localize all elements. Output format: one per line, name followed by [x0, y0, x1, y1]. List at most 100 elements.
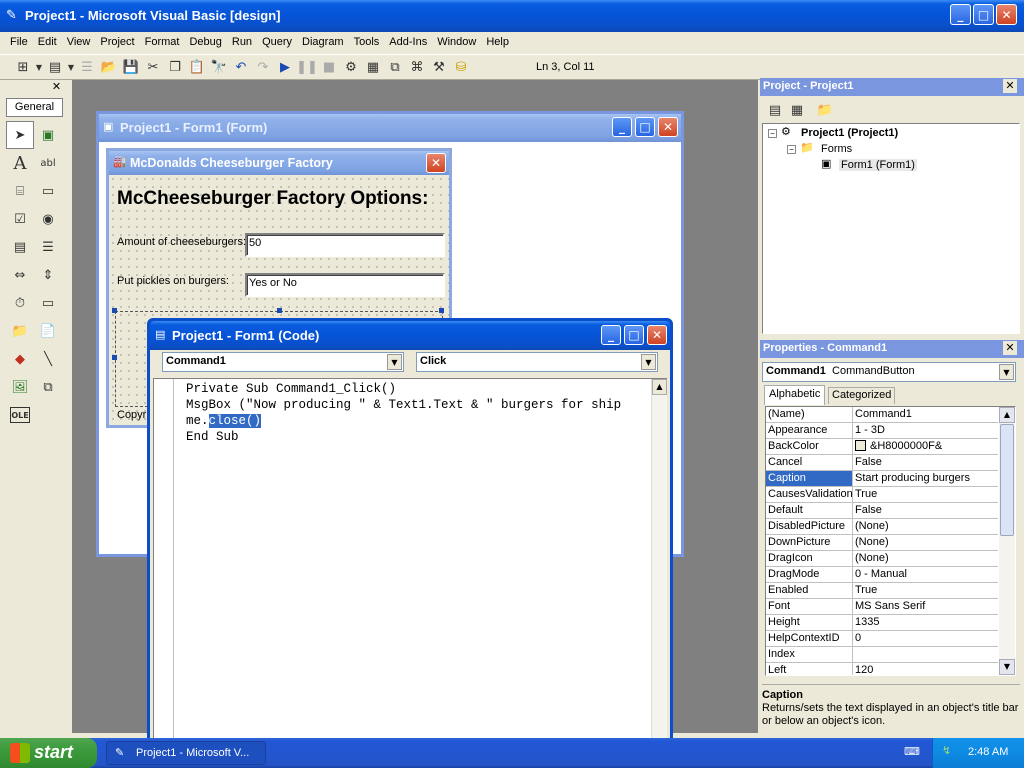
- menu-query[interactable]: Query: [257, 32, 297, 52]
- tab-categorized[interactable]: Categorized: [828, 387, 896, 404]
- property-value[interactable]: Start producing burgers: [853, 471, 998, 486]
- project-explorer-icon[interactable]: ⚙: [340, 56, 362, 78]
- ole-icon[interactable]: OLE: [10, 407, 30, 423]
- property-value[interactable]: Command1: [853, 407, 998, 422]
- scroll-thumb[interactable]: [1000, 424, 1014, 536]
- code-editor[interactable]: Private Sub Command1_Click() MsgBox ("No…: [153, 378, 667, 741]
- combobox-icon[interactable]: ▤: [6, 233, 34, 261]
- property-row[interactable]: Font MS Sans Serif: [766, 599, 998, 615]
- chevron-down-icon[interactable]: ▼: [387, 354, 402, 370]
- menu-format[interactable]: Format: [140, 32, 185, 52]
- menu-debug[interactable]: Debug: [184, 32, 226, 52]
- property-row[interactable]: Default False: [766, 503, 998, 519]
- form-designer-close[interactable]: ✕: [658, 117, 678, 137]
- drive-list-icon[interactable]: ▭: [34, 289, 62, 317]
- property-row[interactable]: Enabled True: [766, 583, 998, 599]
- label-icon[interactable]: A: [6, 149, 34, 177]
- view-code-icon[interactable]: ▤: [764, 99, 786, 121]
- properties-object-combo[interactable]: Command1 CommandButton ▼: [762, 362, 1016, 382]
- open-project-icon[interactable]: 📂: [98, 56, 120, 78]
- view-object-icon[interactable]: ▦: [786, 99, 808, 121]
- taskbar-task-vb[interactable]: ✎ Project1 - Microsoft V...: [106, 741, 266, 765]
- command-button-icon[interactable]: ▭: [34, 177, 62, 205]
- property-value[interactable]: 1 - 3D: [853, 423, 998, 438]
- save-project-icon[interactable]: 💾: [120, 56, 142, 78]
- property-value[interactable]: True: [853, 487, 998, 502]
- copyright-label[interactable]: Copyri: [117, 409, 149, 421]
- cut-icon[interactable]: ✂: [142, 56, 164, 78]
- property-row[interactable]: DisabledPicture (None): [766, 519, 998, 535]
- add-form-icon[interactable]: ▤: [44, 56, 66, 78]
- vscroll-icon[interactable]: ⇕: [34, 261, 62, 289]
- tab-alphabetic[interactable]: Alphabetic: [764, 385, 826, 405]
- property-value[interactable]: 0: [853, 631, 998, 646]
- property-row[interactable]: CausesValidation True: [766, 487, 998, 503]
- property-row[interactable]: Cancel False: [766, 455, 998, 471]
- form-designer-maximize[interactable]: □: [635, 117, 655, 137]
- property-value[interactable]: 120: [853, 663, 998, 675]
- property-row[interactable]: Index: [766, 647, 998, 663]
- property-value[interactable]: False: [853, 455, 998, 470]
- line-icon[interactable]: ╲: [34, 345, 62, 373]
- property-row[interactable]: (Name) Command1: [766, 407, 998, 423]
- property-row[interactable]: HelpContextID 0: [766, 631, 998, 647]
- properties-window-icon[interactable]: ▦: [362, 56, 384, 78]
- property-row[interactable]: Left 120: [766, 663, 998, 675]
- vb-app-icon[interactable]: ✎: [6, 8, 17, 23]
- pickles-textbox[interactable]: Yes or No: [245, 273, 445, 297]
- scroll-up-icon[interactable]: ▲: [999, 407, 1015, 423]
- property-row[interactable]: Caption Start producing burgers: [766, 471, 998, 487]
- toolbox-icon[interactable]: ⚒: [428, 56, 450, 78]
- find-icon[interactable]: 🔭: [208, 56, 230, 78]
- dropdown-arrow-icon[interactable]: ▼: [34, 56, 44, 78]
- tree-collapse-icon[interactable]: −: [787, 145, 796, 154]
- keyboard-icon[interactable]: ⌨: [904, 745, 920, 758]
- chevron-down-icon[interactable]: ▼: [641, 354, 656, 370]
- hscroll-icon[interactable]: ⇔: [6, 261, 34, 289]
- paste-icon[interactable]: 📋: [186, 56, 208, 78]
- mcdonalds-form-close[interactable]: ✕: [426, 153, 446, 173]
- object-browser-icon[interactable]: ⌘: [406, 56, 428, 78]
- property-value[interactable]: True: [853, 583, 998, 598]
- shape-icon[interactable]: ◆: [6, 345, 34, 373]
- textbox-icon[interactable]: abl: [34, 149, 62, 177]
- code-vscrollbar[interactable]: ▲: [651, 379, 667, 740]
- form-layout-icon[interactable]: ⧉: [384, 56, 406, 78]
- menu-view[interactable]: View: [62, 32, 96, 52]
- toggle-folders-icon[interactable]: 📁: [814, 99, 836, 121]
- toolbox-close-icon[interactable]: ✕: [50, 81, 63, 94]
- toolbox-tab-general[interactable]: General: [6, 98, 63, 117]
- code-line-4[interactable]: End Sub: [186, 429, 239, 445]
- menu-edit[interactable]: Edit: [33, 32, 62, 52]
- selection-handle[interactable]: [112, 355, 117, 360]
- property-row[interactable]: DragMode 0 - Manual: [766, 567, 998, 583]
- code-selection[interactable]: close(): [208, 414, 262, 428]
- menu-diagram[interactable]: Diagram: [297, 32, 349, 52]
- form-heading[interactable]: McCheeseburger Factory Options:: [117, 188, 428, 210]
- chevron-down-icon[interactable]: ▼: [999, 364, 1014, 380]
- form-designer-minimize[interactable]: _: [612, 117, 632, 137]
- code-window-close[interactable]: ✕: [647, 325, 667, 345]
- property-row[interactable]: Height 1335: [766, 615, 998, 631]
- tree-collapse-icon[interactable]: −: [768, 129, 777, 138]
- tree-project-root[interactable]: Project1 (Project1): [801, 127, 898, 139]
- menu-editor-icon[interactable]: ☰: [76, 56, 98, 78]
- property-row[interactable]: DownPicture (None): [766, 535, 998, 551]
- pickles-label[interactable]: Put pickles on burgers:: [117, 275, 229, 287]
- network-icon[interactable]: ↯: [942, 744, 951, 757]
- code-window-minimize[interactable]: _: [601, 325, 621, 345]
- selection-handle[interactable]: [112, 308, 117, 313]
- redo-icon[interactable]: ↷: [252, 56, 274, 78]
- property-row[interactable]: BackColor &H8000000F&: [766, 439, 998, 455]
- copy-icon[interactable]: ❐: [164, 56, 186, 78]
- properties-close-icon[interactable]: ✕: [1003, 341, 1017, 355]
- undo-icon[interactable]: ↶: [230, 56, 252, 78]
- code-line-1[interactable]: Private Sub Command1_Click(): [186, 381, 396, 397]
- property-value[interactable]: (None): [853, 519, 998, 534]
- code-window-maximize[interactable]: □: [624, 325, 644, 345]
- scroll-down-icon[interactable]: ▼: [999, 659, 1015, 675]
- property-value[interactable]: 0 - Manual: [853, 567, 998, 582]
- code-line-2[interactable]: MsgBox ("Now producing " & Text1.Text & …: [186, 397, 652, 413]
- scroll-thumb[interactable]: [652, 395, 667, 725]
- start-icon[interactable]: ▶: [274, 56, 296, 78]
